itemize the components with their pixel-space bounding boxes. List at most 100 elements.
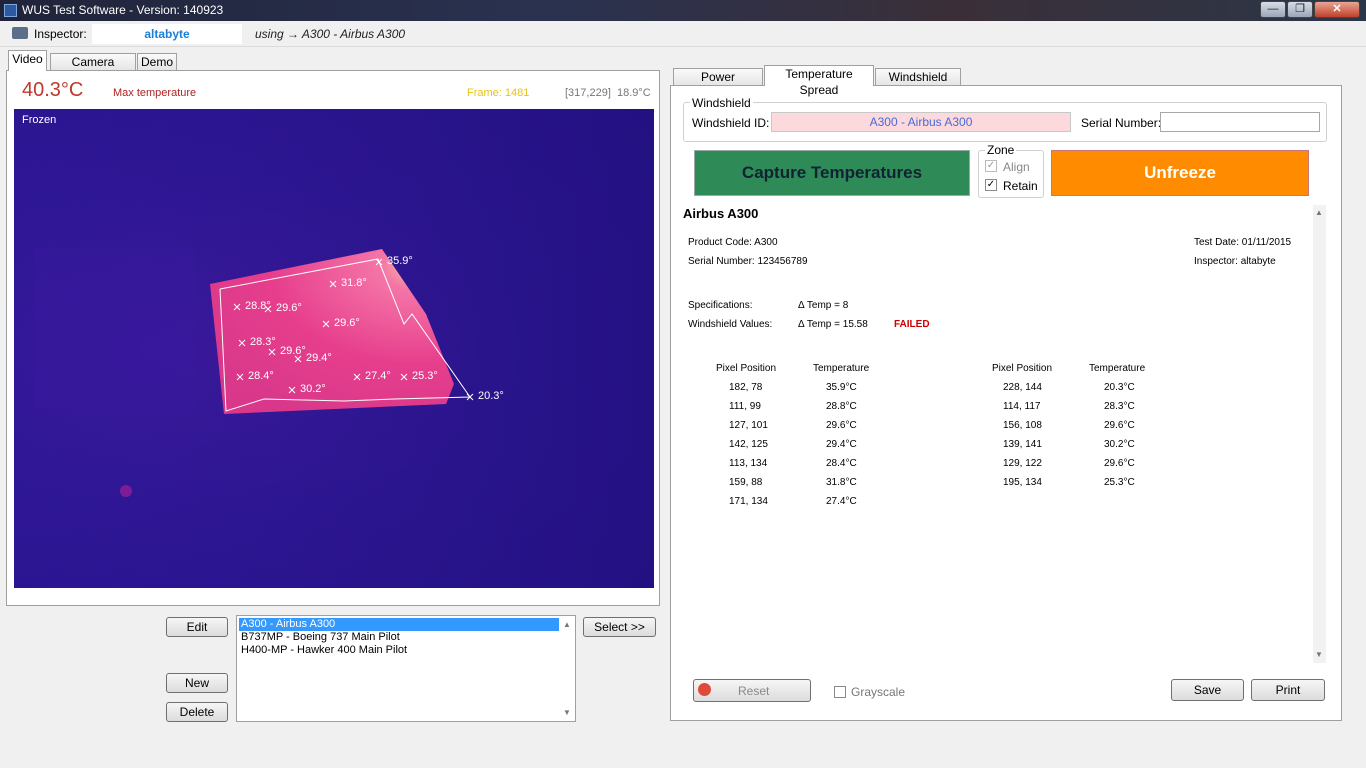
marker-label: 25.3° [412, 370, 438, 382]
scroll-down-icon[interactable]: ▼ [1315, 650, 1323, 659]
report-title: Airbus A300 [683, 206, 759, 221]
temperature-cell: 31.8°C [826, 477, 857, 488]
serial-number-label: Serial Number: [1081, 116, 1162, 130]
align-label: Align [1003, 160, 1030, 174]
pixel-position-cell: 171, 134 [729, 496, 768, 507]
temperature-cell: 28.3°C [1104, 401, 1135, 412]
pixel-position-cell: 195, 134 [1003, 477, 1042, 488]
cursor-position: [317,229] [565, 87, 611, 99]
temperature-cell: 29.6°C [826, 420, 857, 431]
pixel-position-cell: 127, 101 [729, 420, 768, 431]
tab-video[interactable]: Video [8, 50, 47, 71]
column-header-pixel: Pixel Position [992, 363, 1053, 374]
app-icon [4, 4, 17, 17]
toolbar: Inspector: altabyte using → A300 - Airbu… [0, 22, 1366, 47]
windshield-values-label: Windshield Values: [688, 319, 773, 330]
align-checkbox[interactable]: ✓ [985, 160, 997, 172]
temperature-cell: 29.6°C [1104, 458, 1135, 469]
pixel-position-cell: 139, 141 [1003, 439, 1042, 450]
report-inspector: Inspector: altabyte [1194, 256, 1276, 267]
select-button[interactable]: Select >> [583, 617, 656, 637]
scroll-up-icon[interactable]: ▲ [1315, 208, 1323, 217]
inspector-field[interactable]: altabyte [92, 24, 242, 44]
temperature-cell: 30.2°C [1104, 439, 1135, 450]
pixel-position-cell: 159, 88 [729, 477, 763, 488]
tab-demo[interactable]: Demo [137, 53, 177, 71]
minimize-button[interactable]: — [1260, 1, 1286, 18]
temperature-cell: 25.3°C [1104, 477, 1135, 488]
windshield-list[interactable]: A300 - Airbus A300 B737MP - Boeing 737 M… [236, 615, 576, 722]
marker-label: 31.8° [341, 277, 367, 289]
window-title: WUS Test Software - Version: 140923 [22, 3, 224, 17]
cursor-temperature: 18.9°C [617, 87, 651, 99]
temperature-cell: 27.4°C [826, 496, 857, 507]
reset-label: Reset [738, 684, 770, 698]
close-button[interactable]: ✕ [1314, 1, 1360, 18]
list-item[interactable]: A300 - Airbus A300 [239, 618, 559, 631]
frame-counter: Frame: 1481 [467, 87, 530, 99]
thermal-overlay: 35.9°31.8°28.8° 29.6°29.6°28.3°29.6°29.4°… [14, 109, 654, 588]
pixel-position-cell: 182, 78 [729, 382, 763, 393]
edit-button[interactable]: Edit [166, 617, 228, 637]
temperature-cell: 29.6°C [1104, 420, 1135, 431]
windshield-values-value: Δ Temp = 15.58 [798, 319, 868, 330]
product-code: Product Code: A300 [688, 237, 778, 248]
tab-power-constants[interactable]: Power Constants [673, 68, 763, 100]
marker-label: 28.3° [250, 336, 276, 348]
print-button[interactable]: Print [1251, 679, 1325, 701]
max-temperature-label: Max temperature [113, 87, 197, 99]
column-header-pixel: Pixel Position [716, 363, 777, 374]
windshield-id-field[interactable]: A300 - Airbus A300 [771, 112, 1071, 132]
pixel-position-cell: 142, 125 [729, 439, 768, 450]
scroll-up-icon[interactable]: ▲ [563, 620, 571, 629]
windshield-id-label: Windshield ID: [692, 116, 770, 130]
pixel-position-cell: 156, 108 [1003, 420, 1042, 431]
serial-number-field[interactable] [1160, 112, 1320, 132]
grayscale-checkbox[interactable] [834, 686, 846, 698]
marker-label: 35.9° [387, 255, 413, 267]
inspector-label: Inspector: [34, 27, 87, 41]
marker-label: 28.4° [248, 370, 274, 382]
temperature-cell: 28.4°C [826, 458, 857, 469]
marker-label: 27.4° [365, 370, 391, 382]
specifications-value: Δ Temp = 8 [798, 300, 849, 311]
pixel-position-cell: 129, 122 [1003, 458, 1042, 469]
unfreeze-button[interactable]: Unfreeze [1051, 150, 1309, 196]
temperature-cell: 29.4°C [826, 439, 857, 450]
cursor-readout: [317,229] 18.9°C [565, 87, 651, 99]
maximize-button[interactable]: ❐ [1287, 1, 1313, 18]
scroll-down-icon[interactable]: ▼ [563, 708, 571, 717]
delete-button[interactable]: Delete [166, 702, 228, 722]
temperature-cell: 20.3°C [1104, 382, 1135, 393]
retain-checkbox[interactable]: ✓ [985, 179, 997, 191]
new-button[interactable]: New [166, 673, 228, 693]
tab-camera-settings[interactable]: Camera settings [50, 53, 136, 85]
tab-windshield-data[interactable]: Windshield Data [875, 68, 961, 100]
save-button[interactable]: Save [1171, 679, 1244, 701]
column-header-temp: Temperature [813, 363, 870, 374]
serial-number: Serial Number: 123456789 [688, 256, 808, 267]
using-text: using → A300 - Airbus A300 [255, 27, 406, 41]
pixel-position-cell: 113, 134 [729, 458, 768, 469]
title-bar: WUS Test Software - Version: 140923 — ❐ … [0, 0, 1366, 21]
marker-label: 20.3° [478, 390, 504, 402]
tab-temperature-spread[interactable]: Temperature Spread [764, 65, 874, 97]
marker-label: 29.6° [276, 302, 302, 314]
pixel-position-cell: 114, 117 [1003, 401, 1041, 412]
specifications-label: Specifications: [688, 300, 753, 311]
zone-label: Zone [985, 143, 1017, 157]
temperature-cell: 28.8°C [826, 401, 857, 412]
pixel-position-cell: 228, 144 [1003, 382, 1042, 393]
capture-temperatures-button[interactable]: Capture Temperatures [694, 150, 970, 196]
result-status: FAILED [894, 319, 930, 330]
windshield-group-label: Windshield [690, 96, 753, 110]
report-scrollbar[interactable]: ▲ ▼ [1313, 205, 1326, 663]
inspector-icon [12, 27, 28, 39]
stop-icon [698, 683, 711, 696]
list-item[interactable]: B737MP - Boeing 737 Main Pilot [239, 631, 559, 644]
test-date: Test Date: 01/11/2015 [1194, 237, 1292, 248]
list-item[interactable]: H400-MP - Hawker 400 Main Pilot [239, 644, 559, 657]
thermal-image[interactable]: 35.9° 31.8° 28.8° 29.6° 29.6° 28.3° 29.6° 29.4°… [14, 109, 654, 588]
column-header-temp: Temperature [1089, 363, 1146, 374]
marker-label: 29.6° [280, 345, 306, 357]
